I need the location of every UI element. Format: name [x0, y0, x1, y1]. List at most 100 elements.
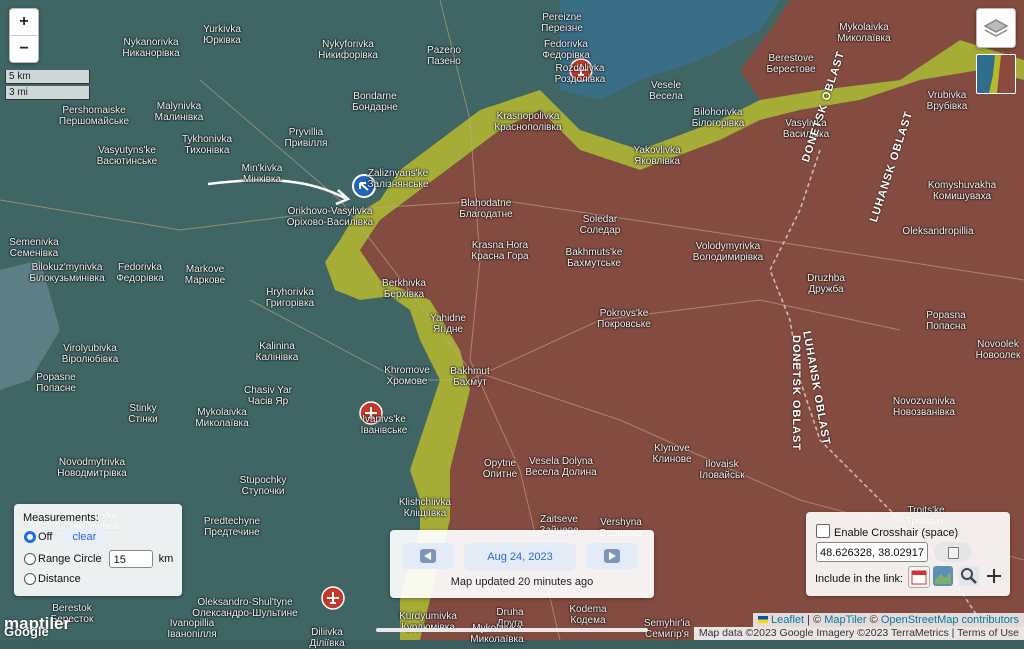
place-name-en: Zaliznyans'ke [367, 168, 429, 179]
place-name-ua: Красна Гора [471, 251, 529, 262]
osm-link[interactable]: OpenStreetMap contributors [881, 614, 1019, 626]
place-name-en: Oleksandro-Shul'tyne [197, 597, 293, 608]
place-name-en: Pryvillia [288, 127, 324, 138]
place-name-en: Druzhba [807, 273, 845, 284]
place-name-ua: Маркове [184, 275, 226, 286]
date-picker[interactable]: Aug 24, 2023 [464, 543, 576, 571]
place-name-en: Fedorivka [118, 262, 162, 273]
place-name-ua: Васютинське [96, 156, 158, 167]
place-label: MykolaivkaМиколаївка [837, 22, 890, 44]
place-name-en: Mykolaivka [197, 407, 247, 418]
place-name-ua: Іванопілля [167, 629, 217, 640]
layers-icon [983, 19, 1009, 37]
map-layer-icon[interactable] [933, 566, 953, 586]
place-label: Vesela Dolyna Весела Долина [525, 456, 596, 478]
place-name-en: Orikhovo-Vasylivka [287, 206, 373, 217]
place-name-en: Vershyna [600, 517, 642, 528]
place-name-ua: Попасна [926, 321, 966, 332]
place-name-ua: Бондарне [352, 102, 398, 113]
place-label: Malynivka Малинівка [155, 101, 204, 123]
crosshair-checkbox[interactable] [816, 524, 830, 538]
off-label: Off [38, 531, 53, 543]
zoom-out-button[interactable]: − [10, 35, 38, 62]
place-name-en: Rozdolivka [555, 63, 605, 74]
place-name-ua: Тихонівка [184, 145, 230, 156]
place-name-ua: Дружба [808, 284, 844, 295]
place-name-en: Oleksandropillia [902, 226, 974, 237]
place-label: Nykyforivka Никифорівка [318, 39, 378, 61]
place-label: Yurkivka Юрківка [203, 24, 241, 46]
place-label: Ivanivs'ke Іванівське [361, 414, 408, 436]
clear-button[interactable]: clear [62, 528, 107, 546]
scale-bar-mi: 3 mi [5, 86, 90, 100]
layers-button[interactable] [976, 8, 1016, 48]
place-name-ua: Білогорівка [691, 118, 745, 129]
imagery-attribution: Map data ©2023 Google Imagery ©2023 Terr… [693, 627, 1024, 640]
leaflet-link[interactable]: Leaflet [771, 614, 804, 626]
place-label: Blahodatne Благодатне [459, 198, 512, 220]
place-label: Vasyutyns'ke Васютинське [97, 145, 157, 167]
imagery-credit: Map data ©2023 Google Imagery ©2023 Terr… [698, 627, 949, 639]
place-label: Min'kivka Мінківка [242, 163, 283, 185]
place-name-en: Stupochky [239, 475, 287, 486]
place-name-ua: Переізне [541, 23, 583, 34]
place-name-en: Novoolek [977, 339, 1019, 350]
place-label: Berkhivka Берхівка [382, 278, 426, 300]
minimap-thumbnail[interactable] [976, 54, 1016, 94]
place-name-ua: Федорівка [542, 50, 590, 61]
place-label: Bondarne Бондарне [352, 91, 398, 113]
copy-coordinates-button[interactable] [934, 542, 972, 562]
place-label: MykolaivkaМиколаївка [195, 407, 248, 429]
range-circle-radio[interactable] [24, 553, 36, 565]
place-name-en: Yakovlivka [633, 145, 681, 156]
range-input[interactable]: 15 [108, 550, 153, 568]
place-name-ua: Іванівське [360, 425, 408, 436]
maptiler-link[interactable]: MapTiler [824, 614, 866, 626]
place-label: Ilovaisk Іловайськ [699, 459, 744, 481]
place-label: Bilohorivka Білогорівка [692, 107, 745, 129]
place-name-ua: Семигір'я [645, 629, 689, 640]
place-label: Nykanorivka Никанорівка [122, 37, 179, 59]
place-label: Diliivka Діліївка [309, 627, 344, 649]
place-name-en: Klynove [654, 443, 690, 454]
calendar-icon[interactable] [908, 566, 930, 588]
next-date-button[interactable] [586, 543, 638, 569]
place-label: Bakhmut Бахмут [450, 366, 489, 388]
off-radio[interactable] [24, 531, 36, 543]
place-label: Bakhmuts'ke Бахмутське [566, 247, 623, 269]
place-name-ua: Весела [649, 91, 683, 102]
place-name-en: Stinky [129, 403, 157, 414]
place-label: Zaliznyans'ke Залізнянське [368, 168, 429, 190]
zoom-control: + − [9, 8, 39, 63]
place-name-en: Bondarne [353, 91, 397, 102]
attribution-bar: Leaflet | © MapTiler © OpenStreetMap con… [752, 613, 1024, 627]
terms-link[interactable]: Terms of Use [957, 627, 1019, 639]
place-name-en: Popasne [36, 372, 76, 383]
previous-date-button[interactable] [402, 543, 454, 569]
place-name-en: Bakhmut [450, 366, 490, 377]
crosshair-icon[interactable] [984, 566, 1004, 586]
place-label: Komyshuvakha Комишуваха [928, 180, 996, 202]
coordinates-field[interactable]: 48.626328, 38.02917 [816, 542, 928, 562]
place-label: Virolyubivka Віролюбівка [62, 343, 119, 365]
place-label: Markove Маркове [185, 264, 225, 286]
zoom-level-icon[interactable] [959, 566, 979, 586]
place-name-en: Bakhmuts'ke [565, 247, 623, 258]
place-label: Rozdolivka Роздолівка [555, 63, 606, 85]
horizontal-scrollbar[interactable] [376, 628, 648, 632]
place-name-ua: Врубівка [926, 101, 968, 112]
zoom-in-button[interactable]: + [10, 9, 38, 35]
place-name-ua: Білокузьминівка [29, 273, 105, 284]
place-name-en: Kalinina [259, 341, 295, 352]
place-label: Pryvillia Привілля [285, 127, 328, 149]
place-name-ua: Берхівка [383, 289, 425, 300]
place-name-en: Semenivka [9, 237, 59, 248]
place-name-ua: Віролюбівка [61, 354, 119, 365]
place-label: Bilokuz'mynivka Білокузьминівка [29, 262, 104, 284]
ukraine-flag-icon [757, 616, 768, 623]
place-name-en: Pershomaiske [62, 105, 126, 116]
place-name-en: Pokrovs'ke [599, 308, 649, 319]
place-label: Novodmytrivka Новодмитрівка [57, 457, 126, 479]
place-name-en: Tykhonivka [181, 134, 233, 145]
distance-radio[interactable] [24, 573, 36, 585]
